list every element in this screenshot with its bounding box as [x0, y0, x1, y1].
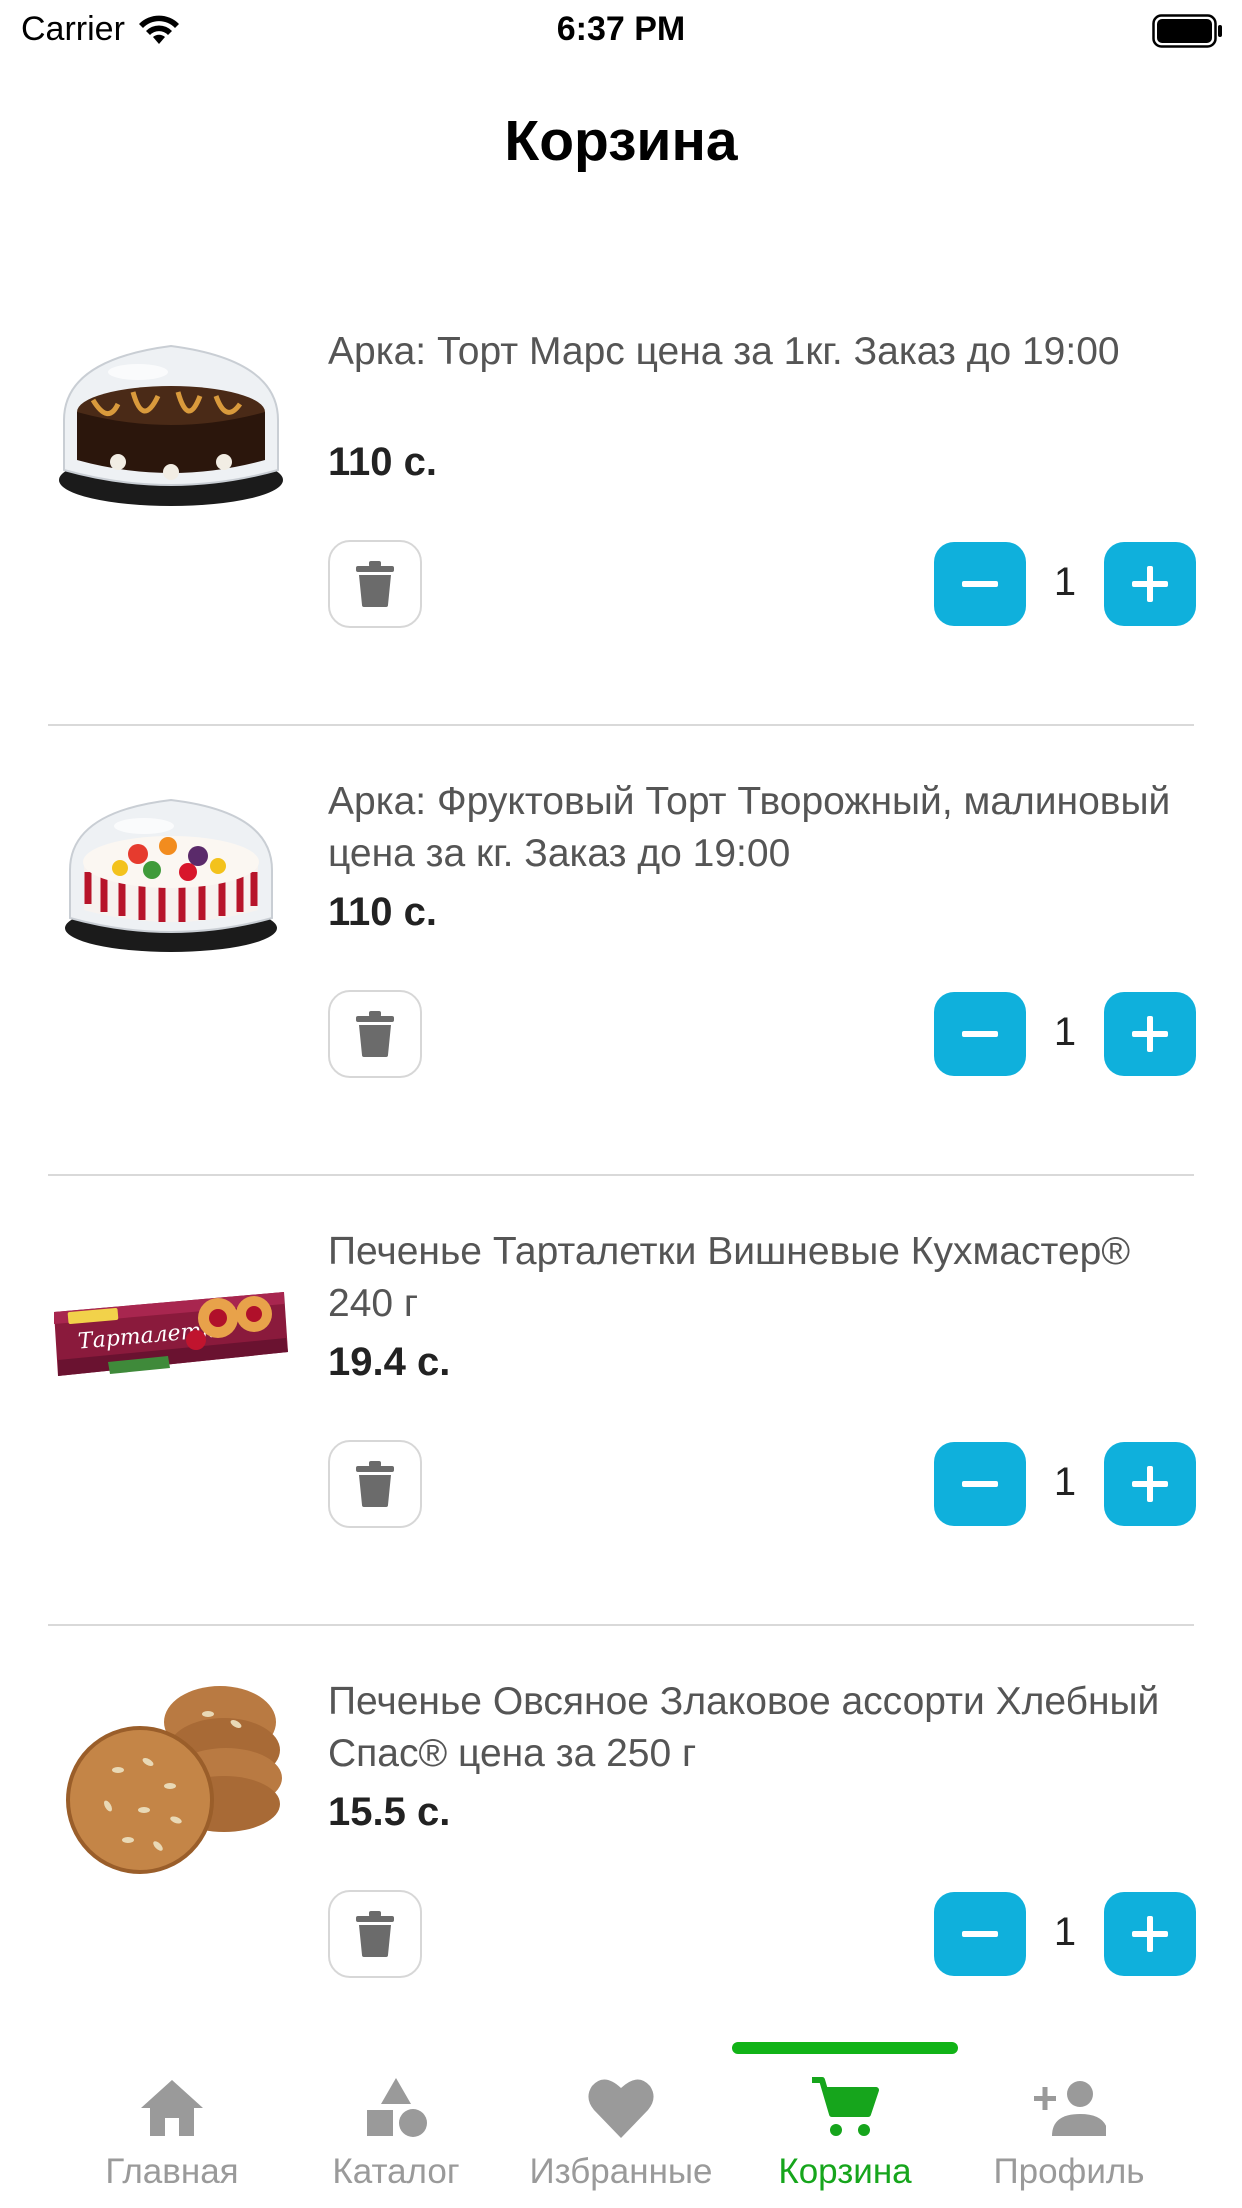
minus-icon [962, 1931, 998, 1937]
tab-label: Профиль [993, 2152, 1145, 2191]
product-image-chocolate-cake[interactable] [48, 300, 294, 546]
page-title: Корзина [504, 109, 738, 173]
tab-label: Каталог [332, 2152, 460, 2191]
status-bar: Carrier 6:37 PM [0, 0, 1242, 62]
minus-icon [962, 1481, 998, 1487]
quantity-value: 1 [1053, 1910, 1077, 1954]
decrease-quantity-button[interactable] [934, 542, 1026, 626]
quantity-value: 1 [1053, 1460, 1077, 1504]
item-price: 110 с. [328, 440, 438, 484]
increase-quantity-button[interactable] [1104, 542, 1196, 626]
increase-quantity-button[interactable] [1104, 1442, 1196, 1526]
tab-home[interactable]: Главная [48, 2074, 296, 2204]
catalog-icon [367, 2078, 427, 2137]
battery-icon [1152, 14, 1222, 48]
delete-button[interactable] [328, 540, 422, 628]
product-image-cookie-pack[interactable]: Тарталетки [48, 1200, 294, 1446]
trash-icon [356, 1011, 394, 1057]
decrease-quantity-button[interactable] [934, 1442, 1026, 1526]
heart-icon [588, 2079, 654, 2138]
tab-favorites[interactable]: Избранные [497, 2074, 745, 2204]
increase-quantity-button[interactable] [1104, 1892, 1196, 1976]
increase-quantity-button[interactable] [1104, 992, 1196, 1076]
cart-item: Тарталетки Печенье Тарталетки Вишневые К… [0, 1176, 1242, 1626]
item-name: Печенье Тарталетки Вишневые Кухмастер® 2… [328, 1230, 1131, 1325]
tab-bar: Главная Каталог Избранные Корзина Профил… [0, 2036, 1242, 2208]
tab-catalog[interactable]: Каталог [272, 2074, 520, 2204]
quantity-value: 1 [1053, 1010, 1077, 1054]
item-name: Арка: Торт Марс цена за 1кг. Заказ до 19… [328, 330, 1120, 373]
minus-icon [962, 581, 998, 587]
plus-icon [1132, 1916, 1168, 1952]
item-price: 19.4 с. [328, 1340, 451, 1384]
tab-label: Главная [105, 2152, 239, 2191]
delete-button[interactable] [328, 990, 422, 1078]
tab-cart[interactable]: Корзина [721, 2074, 969, 2204]
decrease-quantity-button[interactable] [934, 1892, 1026, 1976]
trash-icon [356, 1461, 394, 1507]
cart-item: Печенье Овсяное Злаковое ассорти Хлебный… [0, 1626, 1242, 2076]
cart-item: Арка: Фруктовый Торт Творожный, малиновы… [0, 726, 1242, 1176]
item-price: 15.5 с. [328, 1790, 451, 1834]
product-image-fruit-cake[interactable] [48, 750, 294, 996]
tab-label: Избранные [529, 2152, 713, 2191]
delete-button[interactable] [328, 1440, 422, 1528]
home-icon [141, 2080, 203, 2136]
item-name: Печенье Овсяное Злаковое ассорти Хлебный… [328, 1680, 1160, 1775]
decrease-quantity-button[interactable] [934, 992, 1026, 1076]
delete-button[interactable] [328, 1890, 422, 1978]
add-person-icon [1034, 2081, 1106, 2136]
plus-icon [1132, 1466, 1168, 1502]
trash-icon [356, 1911, 394, 1957]
cart-icon [812, 2077, 879, 2136]
active-tab-indicator [732, 2042, 958, 2054]
item-price: 110 с. [328, 890, 438, 934]
clock: 6:37 PM [556, 10, 686, 48]
plus-icon [1132, 566, 1168, 602]
plus-icon [1132, 1016, 1168, 1052]
minus-icon [962, 1031, 998, 1037]
cart-item: Арка: Торт Марс цена за 1кг. Заказ до 19… [0, 276, 1242, 726]
tab-label: Корзина [778, 2152, 912, 2191]
item-name: Арка: Фруктовый Торт Творожный, малиновы… [328, 780, 1171, 875]
cart-list: Арка: Торт Марс цена за 1кг. Заказ до 19… [0, 276, 1242, 2076]
trash-icon [356, 561, 394, 607]
quantity-value: 1 [1053, 560, 1077, 604]
tab-profile[interactable]: Профиль [945, 2074, 1193, 2204]
product-image-oat-cookies[interactable] [48, 1650, 294, 1896]
